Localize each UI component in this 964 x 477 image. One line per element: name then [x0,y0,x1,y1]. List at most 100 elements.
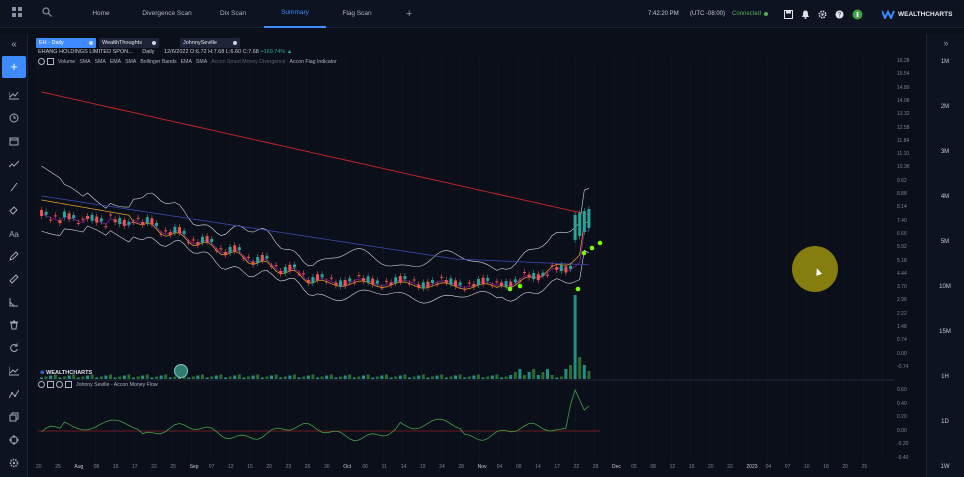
symbol-ohlc: O:6.72 H:7.68 L:6.60 C:7.68 [190,49,259,55]
time-tick: 10 [804,464,810,470]
chart-grid [37,58,884,462]
indicator-list: Volume SMA SMA EMA SMA Bollinger Bands EMA SMA A… [58,59,341,65]
price-tick: 8.88 [897,191,907,197]
volume-bar [339,376,342,379]
candle [320,274,324,278]
candle [178,227,181,234]
candle [541,272,545,276]
time-tick: 04 [765,464,772,470]
indicator-label[interactable]: Bollinger Bands [140,59,176,65]
candle [270,265,273,267]
volume-bar [495,374,499,379]
time-tick: 14 [400,464,407,470]
candle [559,265,563,272]
candle [196,242,200,246]
indicator-label[interactable]: SMA [79,59,90,65]
indicator-label[interactable]: Accon Flag Indicator [290,59,337,65]
indicator-label[interactable]: Volume [58,59,75,65]
symbol-change: +169.74% [260,49,286,55]
money-flow-line [41,388,590,442]
volume-bar [316,377,319,379]
hide-icon[interactable] [38,381,45,388]
candle [477,278,480,285]
price-tick: 4.44 [897,270,907,277]
watermark-text: WEALTHCHARTS [46,370,93,376]
price-tick: 12.58 [897,124,910,131]
lower-indicator-name: Johnny Seville - Accon Money Flow [76,381,158,388]
candle [546,274,549,276]
indicator-label[interactable]: SMA [125,59,136,65]
volume-bar [76,377,80,379]
candle [587,209,591,228]
oscillator-tick: 0.20 [897,414,907,420]
candle [550,265,554,267]
hide-icon[interactable] [38,58,45,65]
volume-bar [398,375,402,379]
indicator-label[interactable]: EMA [181,59,192,65]
volume-bar [104,375,108,379]
price-tick: 7.40 [897,217,907,224]
time-tick: Sep [189,464,199,470]
bollinger-upper-line [41,165,590,271]
candle [527,274,531,278]
time-tick: Nov [477,464,487,470]
volume-bar [329,374,333,379]
volume-bar [233,375,237,379]
time-tick: Aug [74,464,84,470]
volume-bar [63,376,66,379]
volume-bar [486,376,490,379]
volume-bar [559,376,563,379]
volume-bar [518,369,522,379]
indicator-label[interactable]: Accon Smart Money Divergence [211,59,285,65]
candle [288,264,292,271]
volume-bar [564,369,568,379]
indicator-label[interactable]: EMA [110,59,121,65]
time-tick: 15 [688,464,695,470]
volume-bar [352,377,356,379]
candle [141,221,145,225]
candle [49,219,53,221]
candle [99,218,103,222]
candle [555,266,559,270]
replay-button[interactable] [174,364,188,378]
signal-dot [507,286,513,292]
settings-icon[interactable] [56,381,63,388]
price-tick: 6.66 [897,230,907,237]
candle [279,270,283,274]
candle [481,277,485,284]
collapse-icon[interactable] [47,58,54,65]
price-tick: 3.70 [897,284,907,291]
signal-dot [597,240,603,246]
collapse-icon[interactable] [47,381,54,388]
candle [201,236,204,243]
signal-dot [581,250,587,256]
volume-bar [394,376,398,379]
candle [191,239,195,241]
time-tick: 17 [132,464,138,470]
time-tick: 30 [324,464,330,470]
candle [159,234,163,236]
volume-bar [270,375,273,379]
volume-bar [509,375,513,379]
close-icon[interactable] [65,381,72,388]
volume-bar [205,377,209,379]
volume-bar [164,374,168,379]
candle [247,256,250,258]
chart-watermark: ≋ WEALTHCHARTS [40,370,92,376]
candle [297,273,301,275]
volume-bar [242,377,246,379]
indicator-label[interactable]: SMA [196,59,207,65]
candle [504,281,508,288]
time-tick: 11 [381,464,387,470]
price-tick: 10.36 [897,164,910,171]
candle [444,279,448,283]
candle [385,280,388,282]
time-tick: 06 [362,464,368,470]
indicator-label[interactable]: SMA [95,59,106,65]
price-tick: 9.62 [897,177,907,184]
volume-bar [458,374,462,379]
candle [389,282,393,286]
price-chart[interactable] [0,0,964,477]
candle [329,277,333,279]
volume-bar [86,375,89,379]
